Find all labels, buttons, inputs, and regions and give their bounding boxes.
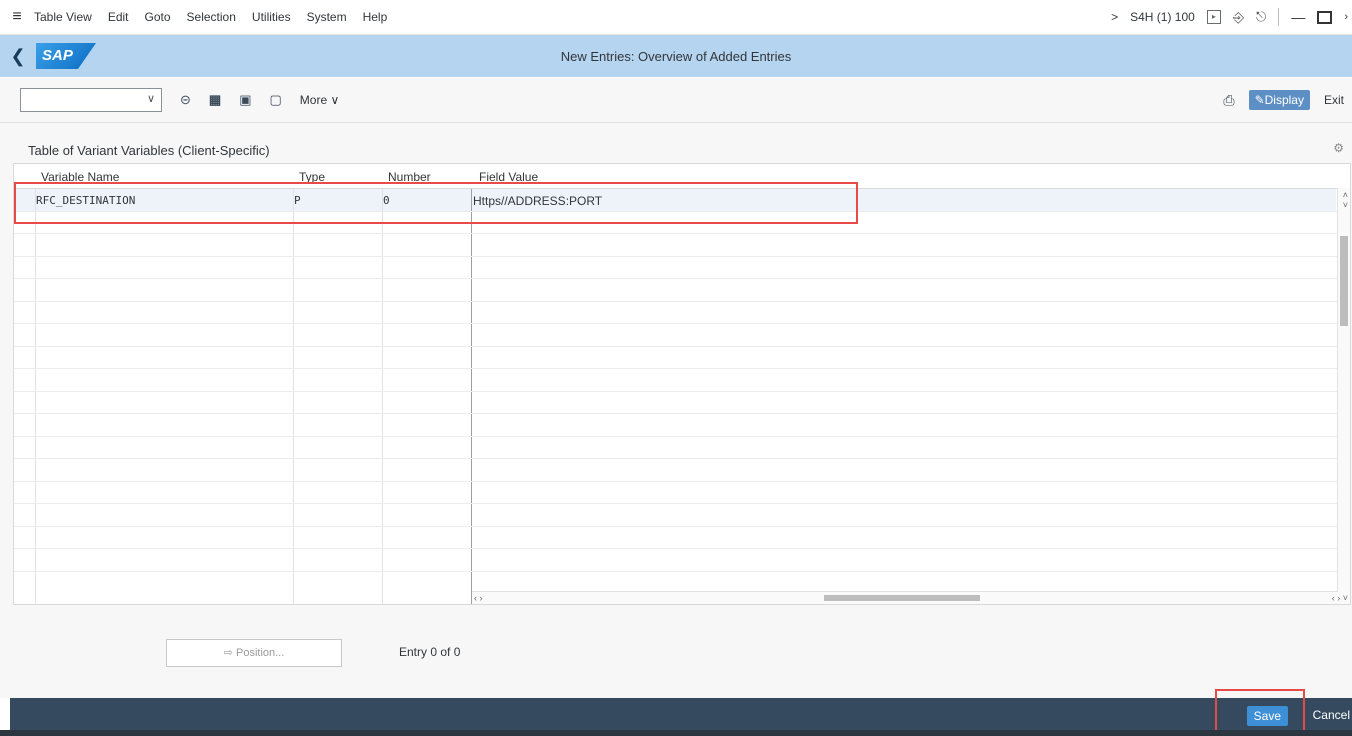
menu-edit[interactable]: Edit [108, 10, 129, 24]
row-line [14, 391, 1338, 392]
chevron-right-icon[interactable]: > [1111, 10, 1118, 24]
title-bar: ❮ SAP New Entries: Overview of Added Ent… [0, 35, 1352, 77]
back-icon[interactable]: ❮ [0, 46, 36, 67]
row-line [14, 413, 1338, 414]
menu-selection[interactable]: Selection [187, 10, 236, 24]
chevron-down-icon: ∨ [330, 93, 340, 107]
minus-circle-icon[interactable]: ⊝ [180, 92, 191, 108]
row-line [14, 458, 1338, 459]
vertical-scroll-thumb[interactable] [1340, 236, 1348, 326]
chevron-down-icon[interactable]: ∨ [147, 92, 155, 105]
more-label: More [299, 93, 328, 107]
row-line [14, 481, 1338, 482]
maximize-icon[interactable] [1317, 10, 1333, 24]
unlock-icon[interactable]: ⎋ [1256, 9, 1266, 25]
row-line [14, 436, 1338, 437]
scroll-up-down-icon[interactable]: ˄ ˅ [1343, 190, 1348, 210]
row-line [14, 346, 1338, 347]
row-line [14, 301, 1338, 302]
entry-counter: Entry 0 of 0 [399, 645, 461, 659]
horizontal-scrollbar[interactable] [472, 591, 1338, 604]
gear-icon[interactable]: ⚙ [1333, 141, 1344, 155]
close-icon[interactable]: › [1344, 11, 1348, 23]
menu-help[interactable]: Help [363, 10, 388, 24]
more-menu-button[interactable]: More ∨ [300, 93, 339, 107]
row-line [14, 278, 1338, 279]
menu-system[interactable]: System [307, 10, 347, 24]
position-button[interactable]: ⇨ Position... [166, 639, 342, 667]
hamburger-menu-icon[interactable]: ≡ [0, 8, 34, 26]
position-label: Position... [235, 647, 285, 659]
system-info: S4H (1) 100 [1130, 10, 1195, 24]
page-title: New Entries: Overview of Added Entries [560, 48, 792, 64]
command-field[interactable]: ∨ [20, 88, 162, 112]
entries-table: Variable Name Type Number Field Value RF… [13, 163, 1351, 605]
column-divider [293, 164, 294, 604]
separator [1278, 8, 1280, 26]
row-line [14, 256, 1338, 257]
select-block-icon[interactable]: ▣ [239, 92, 251, 108]
vertical-scrollbar[interactable] [1337, 188, 1350, 604]
display-button[interactable]: ✎Display [1248, 90, 1310, 110]
row-line [14, 548, 1338, 549]
row-line [14, 503, 1338, 504]
menu-goto[interactable]: Goto [145, 10, 171, 24]
menu-utilities[interactable]: Utilities [252, 10, 291, 24]
sap-logo: SAP [36, 43, 96, 69]
column-divider [471, 164, 472, 604]
row-line [14, 526, 1338, 527]
customize-icon[interactable]: ⎆ [1233, 9, 1244, 26]
pencil-icon: ✎ [1254, 93, 1265, 107]
scroll-left-right-icon[interactable]: ‹ › [474, 593, 483, 603]
position-icon: ⇨ [223, 647, 233, 659]
play-icon[interactable]: ▸ [1206, 10, 1221, 24]
horizontal-scroll-thumb[interactable] [824, 595, 980, 601]
content-area: Table of Variant Variables (Client-Speci… [0, 123, 1352, 698]
scroll-corner-arrows-icon[interactable]: ‹ › ˅ [1332, 593, 1348, 603]
print-icon[interactable]: ⎙ [1223, 92, 1234, 109]
column-divider [382, 164, 383, 604]
taskbar-strip [0, 730, 1352, 736]
row-highlight-annotation [14, 182, 858, 224]
column-divider [35, 164, 36, 604]
select-all-icon[interactable]: ▦ [209, 92, 221, 108]
row-line [14, 233, 1338, 234]
exit-button[interactable]: Exit [1324, 93, 1344, 107]
save-highlight-annotation [1215, 689, 1305, 736]
row-line [14, 368, 1338, 369]
menu-bar: ≡ Table View Edit Goto Selection Utiliti… [0, 0, 1352, 35]
cancel-button[interactable]: Cancel [1313, 708, 1350, 722]
deselect-all-icon[interactable]: ▢ [270, 92, 282, 108]
display-label: Display [1264, 93, 1304, 107]
table-title: Table of Variant Variables (Client-Speci… [28, 143, 270, 158]
menu-table-view[interactable]: Table View [34, 10, 92, 24]
toolbar: ∨ ⊝ ▦ ▣ ▢ More ∨ ⎙ ✎Display Exit [0, 78, 1352, 123]
row-line [14, 323, 1338, 324]
row-line [14, 571, 1338, 572]
minimize-icon[interactable]: — [1291, 9, 1305, 25]
